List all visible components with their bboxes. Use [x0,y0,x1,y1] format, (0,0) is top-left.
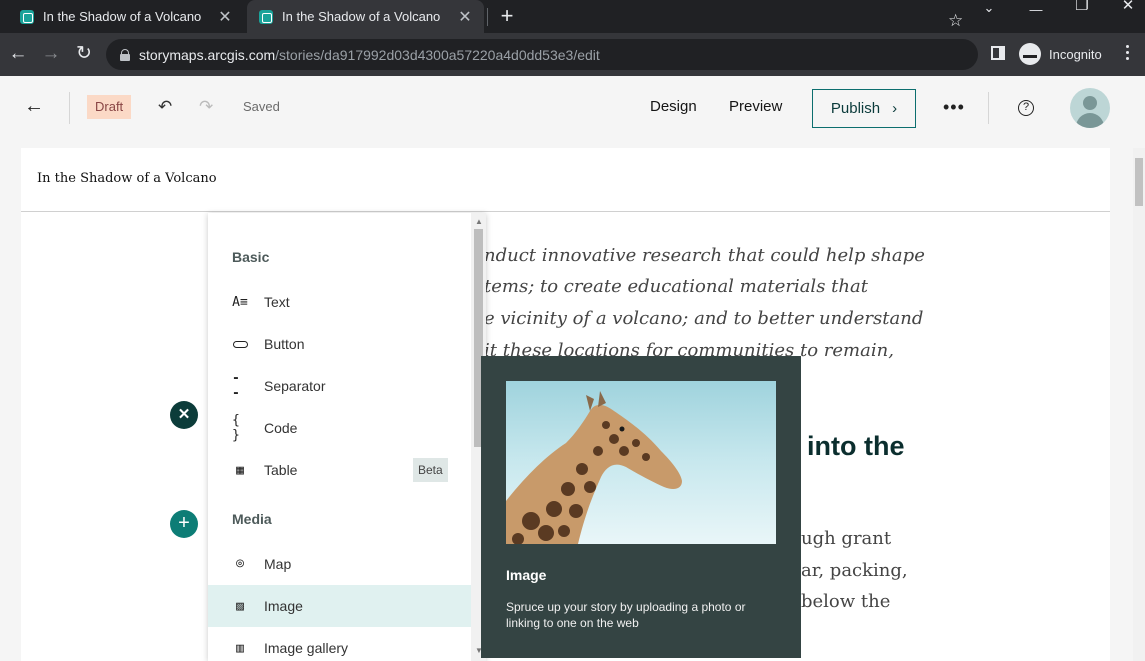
restore-icon[interactable]: ❐ [1059,0,1105,22]
close-block-menu-button[interactable]: ✕ [170,401,198,429]
new-tab-icon[interactable]: + [495,4,519,28]
reload-icon[interactable]: ↻ [71,41,97,67]
app-header: ← Draft ↶ ↷ Saved Design Preview Publish… [0,76,1145,139]
tab-close-icon[interactable]: ✕ [216,8,234,26]
story-title[interactable]: In the Shadow of a Volcano [37,171,217,186]
forward-arrow-icon[interactable]: → [38,41,64,67]
menu-item-separator[interactable]: - - Separator [208,365,471,407]
menu-item-text[interactable]: A≡ Text [208,281,471,323]
browser-tab-active[interactable]: In the Shadow of a Volcano ✕ [247,0,484,33]
storymaps-favicon-icon [20,9,34,24]
menu-item-label: Table [264,462,298,478]
tab-title: In the Shadow of a Volcano [43,9,202,24]
code-icon: { } [232,413,240,443]
story-paragraph-line[interactable]: ar, packing, [801,560,908,581]
publish-label: Publish [830,100,881,117]
storymaps-favicon-icon [259,9,273,24]
preview-button[interactable]: Preview [729,98,782,115]
button-icon [232,336,248,352]
more-options-icon[interactable]: ••• [943,97,965,118]
side-panel-icon[interactable] [991,46,1005,60]
section-title-basic: Basic [232,249,270,265]
story-paragraph-line[interactable]: e vicinity of a volcano; and to better u… [484,308,923,329]
tab-close-icon[interactable]: ✕ [456,8,474,26]
table-icon: ▦ [236,462,244,478]
close-window-icon[interactable]: ✕ [1105,0,1145,22]
page-scrollbar[interactable] [1133,148,1145,661]
menu-item-table[interactable]: ▦ Table Beta [208,449,471,491]
avatar[interactable] [1070,88,1110,128]
separator-icon: - - [232,371,240,401]
header-divider [69,92,70,124]
publish-button[interactable]: Publish › [812,89,916,128]
tab-search-chevron-icon[interactable]: ⌄ [966,1,1012,24]
undo-icon[interactable]: ↶ [158,97,172,117]
block-preview-tooltip: Image Spruce up your story by uploading … [481,356,801,658]
browser-toolbar: ← → ↻ storymaps.arcgis.com/stories/da917… [0,33,1145,76]
incognito-indicator[interactable]: Incognito [1019,43,1102,65]
url-text: storymaps.arcgis.com/stories/da917992d03… [139,47,600,63]
browser-tab[interactable]: In the Shadow of a Volcano ✕ [8,0,244,33]
title-divider [21,211,1110,212]
menu-item-image-gallery[interactable]: ▥ Image gallery [208,627,471,661]
menu-item-image[interactable]: ▨ Image [208,585,471,627]
scroll-up-arrow-icon[interactable]: ▲ [475,217,483,226]
menu-item-label: Code [264,420,298,436]
tab-title: In the Shadow of a Volcano [282,9,441,24]
giraffe-illustration [506,391,682,544]
url-host: storymaps.arcgis.com [139,46,276,63]
giraffe-preview-image [506,381,776,544]
menu-item-map[interactable]: ⌾ Map [208,543,471,585]
incognito-icon [1019,43,1041,65]
story-paragraph-line[interactable]: tems; to create educational materials th… [484,276,868,297]
preview-description: Spruce up your story by uploading a phot… [506,600,746,630]
text-icon: A≡ [232,294,248,310]
browser-tabstrip: In the Shadow of a Volcano ✕ In the Shad… [0,0,1145,33]
block-picker-menu: Basic A≡ Text Button - - Separator { } C… [208,213,486,661]
back-arrow-icon[interactable]: ← [24,95,44,118]
story-paragraph-line[interactable]: ugh grant [801,528,891,549]
help-icon[interactable]: ? [1018,100,1034,116]
menu-item-label: Map [264,556,292,572]
redo-icon[interactable]: ↷ [199,97,213,117]
beta-badge: Beta [413,458,448,482]
save-status: Saved [243,99,280,114]
story-heading[interactable]: into the [807,431,904,462]
story-paragraph-line[interactable]: below the [801,591,890,612]
menu-item-label: Image [264,598,303,614]
add-block-button[interactable]: + [170,510,198,538]
page-scrollbar-thumb[interactable] [1135,158,1143,206]
tab-divider [487,8,488,26]
browser-menu-icon[interactable] [1126,45,1130,63]
address-bar[interactable]: storymaps.arcgis.com/stories/da917992d03… [106,39,978,70]
menu-item-code[interactable]: { } Code [208,407,471,449]
story-paragraph-line[interactable]: nduct innovative research that could hel… [484,245,925,266]
section-title-media: Media [232,511,272,527]
status-badge: Draft [87,95,132,119]
image-gallery-icon: ▥ [236,640,244,656]
menu-item-label: Separator [264,378,326,394]
menu-item-label: Button [264,336,305,352]
back-arrow-icon[interactable]: ← [5,41,31,67]
menu-item-button[interactable]: Button [208,323,471,365]
bookmark-star-icon[interactable]: ☆ [948,10,963,32]
design-button[interactable]: Design [650,98,697,115]
url-path: /stories/da917992d03d4300a57220a4d0dd53e… [275,46,600,63]
chevron-right-icon: › [892,100,898,117]
lock-icon [120,48,130,61]
header-divider [988,92,989,124]
preview-title: Image [506,567,547,583]
incognito-label: Incognito [1049,46,1102,62]
menu-item-label: Text [264,294,290,310]
map-pin-icon: ⌾ [236,556,244,572]
menu-item-label: Image gallery [264,640,349,656]
image-icon: ▨ [236,598,244,614]
minimize-icon[interactable]: — [1013,3,1059,26]
